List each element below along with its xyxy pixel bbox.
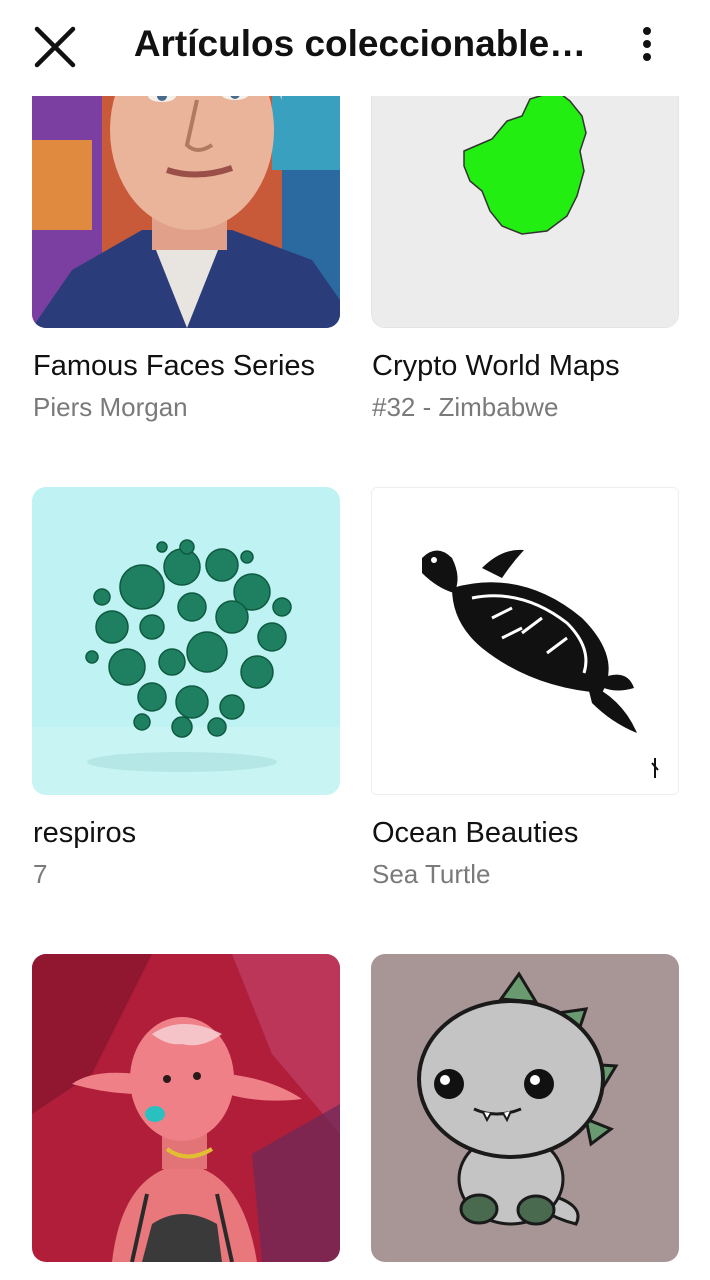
- card-title: Famous Faces Series: [33, 350, 316, 382]
- close-button[interactable]: [26, 18, 84, 76]
- baby-dinosaur-cartoon-image: [371, 954, 679, 1262]
- collectibles-screen: Famous Faces Series Piers Morgan Crypto …: [0, 0, 710, 1280]
- pink-elf-illustration-image: [32, 954, 340, 1262]
- green-bubble-sphere-image: [32, 487, 340, 795]
- card-subtitle: 7: [33, 859, 48, 889]
- collectible-image-dinosaur[interactable]: [371, 954, 679, 1262]
- card-subtitle: Piers Morgan: [33, 392, 188, 422]
- sea-turtle-drawing-image: [372, 488, 678, 794]
- card-title: Ocean Beauties: [372, 817, 579, 849]
- card-title: Crypto World Maps: [372, 350, 620, 382]
- close-icon: [34, 26, 76, 68]
- more-options-button[interactable]: [626, 18, 668, 70]
- collectible-image-elf[interactable]: [32, 954, 340, 1262]
- card-subtitle: #32 - Zimbabwe: [372, 392, 559, 422]
- collectible-image-bubbles[interactable]: [32, 487, 340, 795]
- top-app-bar: Artículos coleccionable…: [0, 0, 710, 96]
- collectible-image-turtle[interactable]: [371, 487, 679, 795]
- more-vertical-icon: [643, 27, 651, 61]
- page-title: Artículos coleccionable…: [133, 23, 587, 64]
- card-title: respiros: [33, 817, 137, 849]
- card-subtitle: Sea Turtle: [372, 859, 491, 889]
- collectibles-grid: Famous Faces Series Piers Morgan Crypto …: [0, 0, 710, 1280]
